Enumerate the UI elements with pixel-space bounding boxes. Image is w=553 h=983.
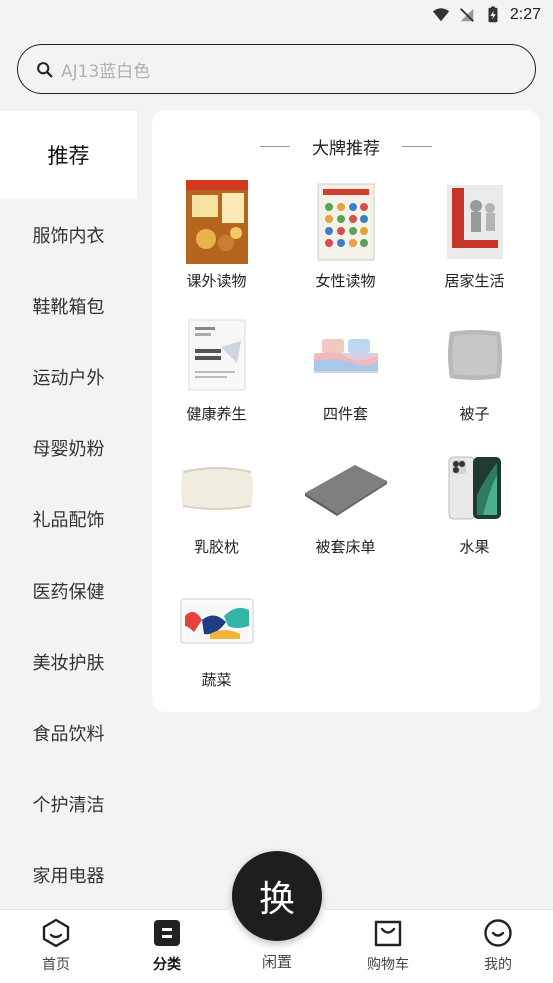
sidebar-item-food[interactable]: 食品饮料 [0,697,137,768]
product-item[interactable]: 健康养生 [152,311,281,444]
battery-icon [488,6,498,23]
pillow-image [432,311,518,399]
nav-home-label: 首页 [42,957,70,973]
search-icon [37,61,53,77]
category-sidebar: 推荐 服饰内衣 鞋靴箱包 运动户外 母婴奶粉 礼品配饰 医药保健 美妆护肤 食品… [0,111,137,911]
brand-panel: 大牌推荐 课外读物 女性读物 居家生活 健康养生 四件套 被子 乳胶枕 被套床单… [152,110,540,712]
product-item[interactable]: 水果 [410,444,539,577]
economics-book-image [174,311,260,399]
header-divider-left [260,145,290,147]
signal-icon [459,8,474,22]
sidebar-item-beauty[interactable]: 美妆护肤 [0,626,137,697]
phone-image [432,444,518,532]
nav-category-label: 分类 [153,957,181,973]
nav-category[interactable]: 分类 [127,918,207,974]
carpet-image [303,444,389,532]
sidebar-item-baby[interactable]: 母婴奶粉 [0,413,137,484]
product-item[interactable]: 蔬菜 [152,577,281,710]
sidebar-item-apparel[interactable]: 服饰内衣 [0,199,137,270]
baking-book-image [174,178,260,266]
nav-cart-label: 购物车 [367,957,409,973]
product-label: 四件套 [322,405,368,423]
product-item[interactable]: 四件套 [281,311,410,444]
product-item[interactable]: 乳胶枕 [152,444,281,577]
latex-pillow-image [174,444,260,532]
health-book-image [303,178,389,266]
product-label: 乳胶枕 [193,538,239,556]
panel-header: 大牌推荐 [152,132,540,160]
product-label: 课外读物 [186,272,247,290]
search-bar[interactable]: AJ13蓝白色 [17,44,536,94]
product-label: 健康养生 [186,405,247,423]
search-placeholder: AJ13蓝白色 [61,61,151,82]
category-icon [154,920,180,946]
sidebar-item-shoes-bags[interactable]: 鞋靴箱包 [0,270,137,341]
sidebar-item-health[interactable]: 医药保健 [0,555,137,626]
bedding-set-image [303,311,389,399]
product-item[interactable]: 被子 [410,311,539,444]
status-time: 2:27 [509,6,541,23]
sidebar-item-appliances[interactable]: 家用电器 [0,840,137,911]
product-label: 女性读物 [315,272,376,290]
sidebar-item-sports[interactable]: 运动户外 [0,341,137,412]
nav-profile-label: 我的 [484,957,512,973]
home-icon [42,918,70,948]
product-item[interactable]: 女性读物 [281,178,410,311]
nav-idle-label[interactable]: 闲置 [247,951,307,972]
sidebar-item-personal-care[interactable]: 个护清洁 [0,769,137,840]
wifi-icon [432,8,449,22]
status-bar: 2:27 [0,0,553,30]
profile-smile-icon [484,919,512,947]
nav-cart[interactable]: 购物车 [348,918,428,974]
product-item[interactable]: 居家生活 [410,178,539,311]
sidebar-item-recommend[interactable]: 推荐 [0,111,137,199]
shopping-bag-icon [374,920,402,947]
nav-home[interactable]: 首页 [16,918,96,974]
panel-title: 大牌推荐 [312,138,380,159]
sidebar-item-gifts[interactable]: 礼品配饰 [0,484,137,555]
product-label: 被套床单 [315,538,376,556]
product-item[interactable]: 被套床单 [281,444,410,577]
tablet-image [174,577,260,665]
nav-profile[interactable]: 我的 [458,918,538,974]
product-label: 居家生活 [444,272,505,290]
header-divider-right [402,145,432,147]
product-item[interactable]: 课外读物 [152,178,281,311]
novel-book-image [432,178,518,266]
product-label: 被子 [459,405,490,423]
exchange-button[interactable]: 换 [232,851,322,941]
product-label: 蔬菜 [201,671,232,689]
product-grid: 课外读物 女性读物 居家生活 健康养生 四件套 被子 乳胶枕 被套床单 水果 蔬… [152,178,540,710]
product-label: 水果 [459,538,490,556]
